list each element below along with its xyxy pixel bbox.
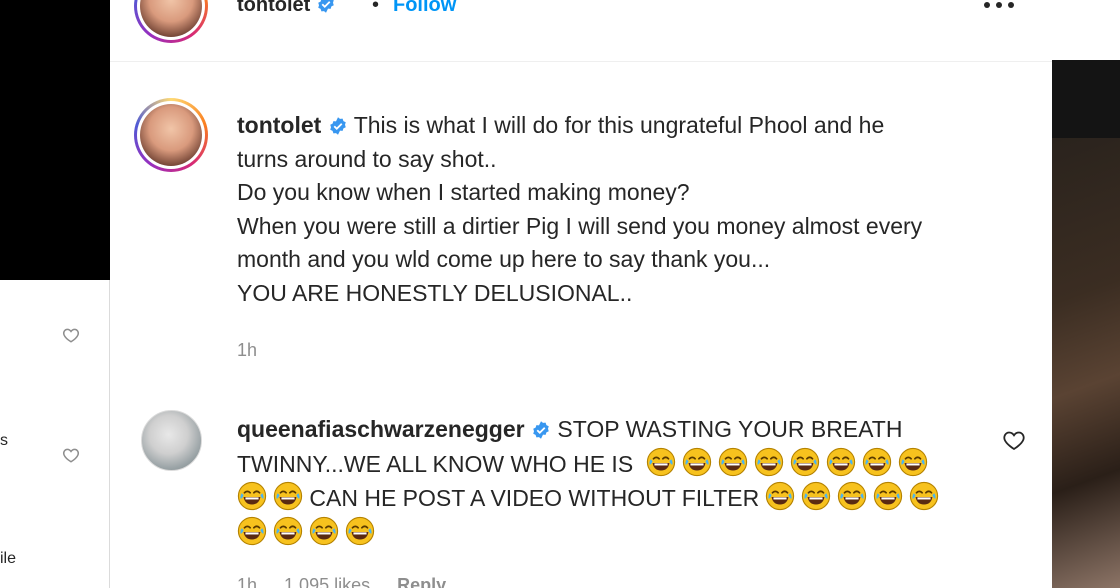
comment-meta: 1h 1,095 likes Reply: [237, 575, 468, 588]
laughing-emoji-icon: [273, 516, 303, 545]
comment-username[interactable]: queenafiaschwarzenegger: [237, 416, 525, 442]
caption-line: turns around to say shot..: [237, 145, 497, 172]
background-photo: [1052, 138, 1120, 588]
post-comments-panel: tontolet • Follow tontolet This is what …: [110, 0, 1052, 588]
laughing-emoji-icon: [790, 447, 819, 476]
emoji-group: [231, 481, 303, 511]
reply-button[interactable]: Reply: [397, 575, 446, 588]
laughing-emoji-icon: [802, 481, 831, 511]
laughing-emoji-icon: [309, 516, 339, 545]
laughing-emoji-icon: [718, 447, 747, 476]
laughing-emoji-icon: [910, 481, 939, 511]
header-separator: •: [372, 0, 380, 16]
laughing-emoji-icon: [646, 447, 675, 476]
background-right-light: [1052, 0, 1120, 60]
comment-likes[interactable]: 1,095 likes: [284, 575, 370, 588]
comment-text: TWINNY...WE ALL KNOW WHO HE IS: [237, 450, 634, 477]
comment: queenafiaschwarzenegger STOP WASTING YOU…: [237, 413, 977, 550]
verified-badge-icon: [329, 117, 346, 135]
header-username[interactable]: tontolet: [237, 0, 336, 17]
post-header: tontolet • Follow: [110, 0, 1052, 62]
background-comment-fragment: ile: [0, 550, 17, 567]
header-username-text[interactable]: tontolet: [237, 0, 310, 16]
laughing-emoji-icon: [682, 447, 711, 476]
follow-button[interactable]: Follow: [393, 0, 456, 17]
laughing-emoji-icon: [754, 447, 783, 476]
emoji-group: [640, 447, 928, 477]
heart-icon[interactable]: [62, 446, 80, 464]
caption-line: This is what I will do for this ungratef…: [353, 112, 885, 138]
background-media-left: [0, 0, 110, 280]
caption-line: Do you know when I started making money?: [237, 179, 690, 205]
caption-line: YOU ARE HONESTLY DELUSIONAL..: [237, 279, 633, 306]
laughing-emoji-icon: [898, 447, 927, 476]
caption-username[interactable]: tontolet: [237, 112, 321, 138]
emoji-group: [759, 481, 939, 511]
laughing-emoji-icon: [862, 447, 891, 476]
laughing-emoji-icon: [237, 516, 267, 545]
verified-badge-icon: [533, 421, 549, 439]
comment-timestamp[interactable]: 1h: [237, 575, 257, 588]
background-comments-left: s ile: [0, 280, 110, 588]
comment-text: CAN HE POST A VIDEO WITHOUT FILTER: [309, 485, 760, 511]
header-avatar[interactable]: [134, 0, 208, 43]
more-options-icon[interactable]: [982, 0, 1016, 11]
comment-text: STOP WASTING YOUR BREATH: [557, 416, 903, 442]
comment-avatar[interactable]: [141, 410, 202, 471]
caption-avatar[interactable]: [134, 98, 208, 172]
laughing-emoji-icon: [345, 516, 375, 545]
background-right-strip: [1052, 0, 1120, 588]
laughing-emoji-icon: [874, 481, 903, 511]
post-caption: tontolet This is what I will do for this…: [237, 109, 1037, 310]
laughing-emoji-icon: [826, 447, 855, 476]
laughing-emoji-icon: [838, 481, 867, 511]
emoji-group: [231, 516, 375, 546]
verified-badge-icon: [318, 0, 334, 13]
laughing-emoji-icon: [766, 481, 795, 511]
background-comment-fragment: s: [0, 432, 8, 449]
heart-icon[interactable]: [1002, 428, 1026, 452]
caption-line: When you were still a dirtier Pig I will…: [237, 212, 923, 239]
laughing-emoji-icon: [237, 481, 267, 511]
caption-timestamp[interactable]: 1h: [237, 340, 257, 361]
caption-line: month and you wld come up here to say th…: [237, 246, 771, 272]
heart-icon[interactable]: [62, 326, 80, 344]
laughing-emoji-icon: [273, 481, 303, 511]
